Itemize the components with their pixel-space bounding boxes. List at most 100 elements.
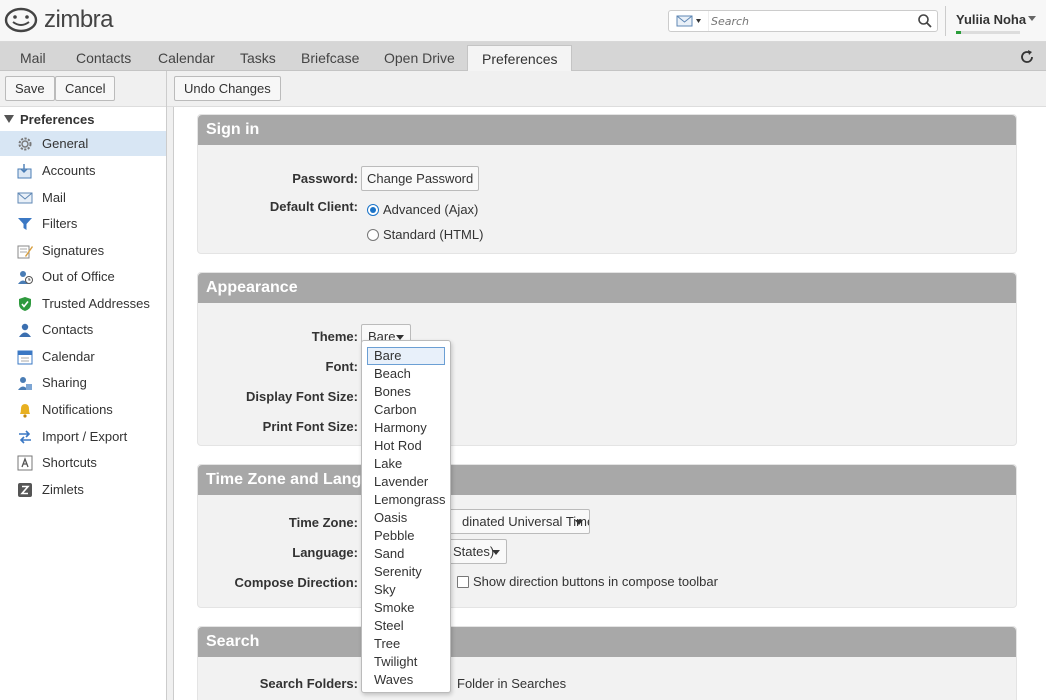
zimlet-icon: [16, 481, 34, 499]
search-section-title: Search: [198, 627, 1016, 657]
refresh-button[interactable]: [1018, 48, 1036, 69]
search-box: [668, 10, 938, 32]
font-label: Font:: [325, 359, 358, 374]
sidebar-item-label: Calendar: [42, 349, 95, 364]
tab-briefcase[interactable]: Briefcase: [287, 45, 373, 71]
undo-changes-button[interactable]: Undo Changes: [174, 76, 281, 101]
sidebar-item-notifications[interactable]: Notifications: [0, 397, 166, 422]
save-button[interactable]: Save: [5, 76, 55, 101]
sidebar-item-label: Contacts: [42, 322, 94, 337]
envelope-icon: [676, 15, 701, 27]
toolbar-divider: [166, 71, 167, 107]
theme-option-beach[interactable]: Beach: [367, 365, 445, 383]
tab-open-drive[interactable]: Open Drive: [370, 45, 469, 71]
theme-option-lavender[interactable]: Lavender: [367, 473, 445, 491]
compose-direction-checkbox[interactable]: Show direction buttons in compose toolba…: [457, 574, 718, 589]
appearance-section-title: Appearance: [198, 273, 1016, 303]
zimbra-logo[interactable]: zimbra: [4, 6, 114, 34]
theme-option-serenity[interactable]: Serenity: [367, 563, 445, 581]
language-label: Language:: [292, 545, 358, 560]
sidebar-header[interactable]: Preferences: [0, 109, 166, 129]
sidebar-item-label: Sharing: [42, 375, 87, 390]
sidebar-item-out-of-office[interactable]: Out of Office: [0, 264, 166, 289]
tab-contacts[interactable]: Contacts: [62, 45, 145, 71]
sidebar-item-mail[interactable]: Mail: [0, 185, 166, 210]
theme-option-twilight[interactable]: Twilight: [367, 653, 445, 671]
tab-tasks[interactable]: Tasks: [226, 45, 290, 71]
top-header: zimbra Yuliia Noha: [0, 0, 1046, 42]
timezone-select-value: dinated Universal Time: [462, 514, 590, 529]
search-type-dropdown[interactable]: [669, 11, 709, 31]
contact-icon: [16, 321, 34, 339]
search-folders-text: Folder in Searches: [457, 676, 567, 691]
theme-option-lake[interactable]: Lake: [367, 455, 445, 473]
sidebar-item-accounts[interactable]: Accounts: [0, 158, 166, 183]
theme-dropdown-menu: Bare Beach Bones Carbon Harmony Hot Rod …: [361, 340, 451, 693]
sidebar-item-label: Filters: [42, 216, 78, 231]
sidebar-item-label: Mail: [42, 190, 66, 205]
theme-label: Theme:: [311, 329, 358, 344]
import-export-icon: [16, 428, 34, 446]
sidebar-item-general[interactable]: General: [0, 131, 166, 156]
client-standard-radio[interactable]: Standard (HTML): [367, 227, 483, 242]
search-section: Search Search Folders: Folder in Searche…: [197, 626, 1017, 700]
sidebar-item-import-export[interactable]: Import / Export: [0, 424, 166, 449]
preferences-toolbar: Save Cancel Undo Changes: [0, 71, 1046, 107]
theme-option-steel[interactable]: Steel: [367, 617, 445, 635]
tab-preferences[interactable]: Preferences: [467, 45, 573, 72]
tab-calendar[interactable]: Calendar: [144, 45, 229, 71]
radio-selected-indicator: [367, 203, 379, 216]
sidebar-item-shortcuts[interactable]: Shortcuts: [0, 450, 166, 475]
signin-section: Sign in Password: Change Password Defaul…: [197, 114, 1017, 254]
search-button[interactable]: [917, 13, 933, 32]
default-client-label: Default Client:: [269, 199, 358, 214]
appearance-section: Appearance Theme: Bare Font: Display Fon…: [197, 272, 1017, 446]
theme-option-hot-rod[interactable]: Hot Rod: [367, 437, 445, 455]
theme-option-bare[interactable]: Bare: [367, 347, 445, 365]
theme-option-sky[interactable]: Sky: [367, 581, 445, 599]
theme-option-harmony[interactable]: Harmony: [367, 419, 445, 437]
sidebar-item-filters[interactable]: Filters: [0, 211, 166, 236]
quota-bar-fill: [956, 31, 962, 34]
sidebar-item-sharing[interactable]: Sharing: [0, 370, 166, 395]
timezone-section-title: Time Zone and Lang: [198, 465, 1016, 495]
collapse-triangle-icon[interactable]: [4, 115, 14, 123]
client-standard-label: Standard (HTML): [383, 227, 484, 242]
sidebar-item-calendar[interactable]: Calendar: [0, 344, 166, 369]
out-of-office-icon: [16, 268, 34, 286]
shield-icon: [16, 295, 34, 313]
sidebar-item-label: Accounts: [42, 163, 96, 178]
client-advanced-radio[interactable]: Advanced (Ajax): [367, 202, 478, 217]
cancel-button[interactable]: Cancel: [55, 76, 116, 101]
theme-option-tree[interactable]: Tree: [367, 635, 445, 653]
chevron-down-icon[interactable]: [1027, 16, 1037, 22]
theme-option-oasis[interactable]: Oasis: [367, 509, 445, 527]
radio-unselected-indicator: [367, 228, 379, 241]
theme-option-carbon[interactable]: Carbon: [367, 401, 445, 419]
theme-option-waves[interactable]: Waves: [367, 671, 445, 689]
theme-option-pebble[interactable]: Pebble: [367, 527, 445, 545]
chevron-down-icon: [492, 550, 500, 555]
theme-option-smoke[interactable]: Smoke: [367, 599, 445, 617]
sidebar-item-zimlets[interactable]: Zimlets: [0, 477, 166, 502]
filter-icon: [16, 215, 34, 233]
sidebar-item-label: Shortcuts: [42, 455, 97, 470]
sidebar-item-label: Zimlets: [42, 482, 84, 497]
sidebar-item-trusted-addresses[interactable]: Trusted Addresses: [0, 291, 166, 316]
sidebar-item-signatures[interactable]: Signatures: [0, 238, 166, 263]
client-advanced-label: Advanced (Ajax): [383, 202, 479, 217]
tab-mail[interactable]: Mail: [6, 45, 60, 71]
user-name[interactable]: Yuliia Noha: [956, 12, 1026, 27]
search-input[interactable]: [709, 12, 909, 30]
sidebar-item-label: Import / Export: [42, 429, 128, 444]
sidebar-item-contacts[interactable]: Contacts: [0, 317, 166, 342]
theme-option-lemongrass[interactable]: Lemongrass: [367, 491, 446, 509]
theme-option-bones[interactable]: Bones: [367, 383, 445, 401]
theme-option-sand[interactable]: Sand: [367, 545, 445, 563]
timezone-label: Time Zone:: [288, 515, 358, 530]
zimbra-logo-icon: [4, 7, 38, 33]
sidebar-item-label: Notifications: [42, 402, 113, 417]
change-password-button[interactable]: Change Password: [361, 166, 480, 191]
chevron-down-icon: [575, 520, 583, 525]
language-select-value: States): [453, 544, 495, 559]
